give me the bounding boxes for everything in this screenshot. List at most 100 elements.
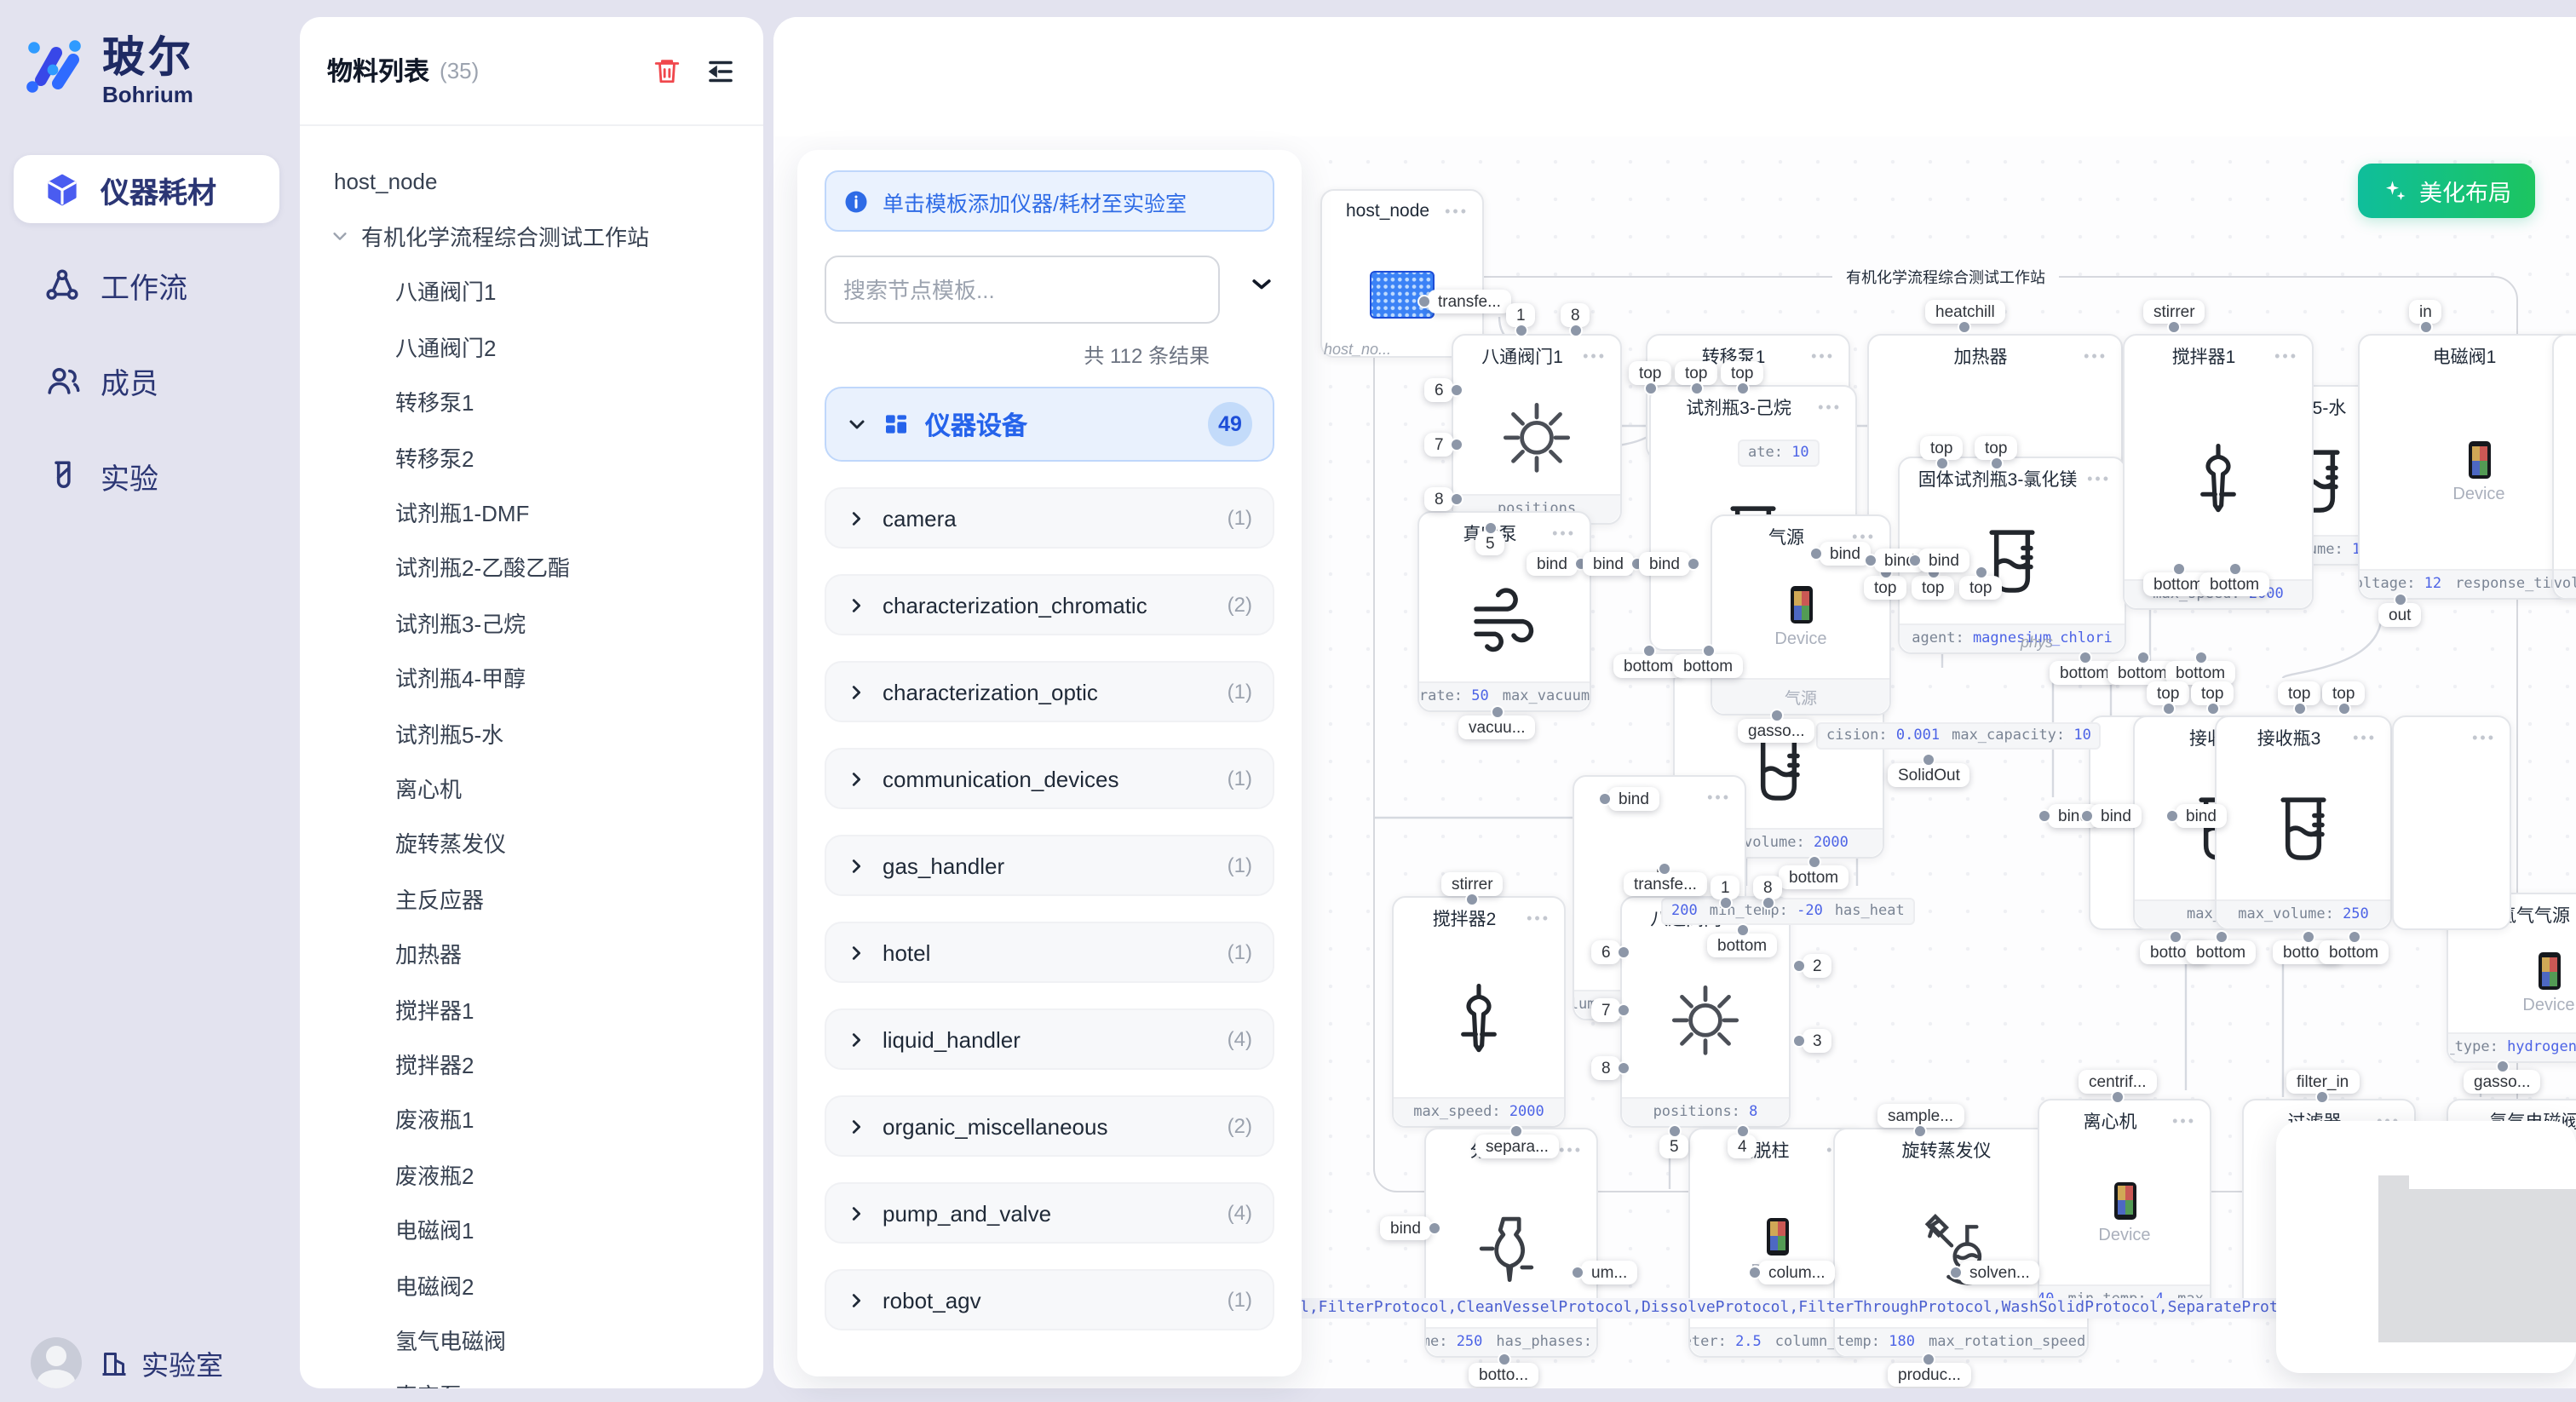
category-row-characterization_chromatic[interactable]: characterization_chromatic(2) (825, 574, 1274, 635)
minimap[interactable] (2276, 1121, 2576, 1373)
node-menu-icon[interactable]: ••• (1552, 525, 1576, 542)
port-chip-7[interactable]: 7 (1591, 998, 1621, 1022)
port-chip-transfe[interactable]: transfe... (1624, 872, 1707, 896)
port-chip-in[interactable]: in (2409, 300, 2442, 324)
port-chip-top[interactable]: top (1864, 576, 1906, 600)
tree-item[interactable]: 真空泵 (300, 1367, 763, 1388)
node-menu-icon[interactable]: ••• (2172, 1112, 2196, 1129)
port-chip-colum[interactable]: colum... (1758, 1261, 1836, 1284)
node-menu-icon[interactable]: ••• (1707, 789, 1731, 806)
port-chip-bottom[interactable]: bottom (1707, 934, 1777, 957)
port-chip-8[interactable]: 8 (1561, 303, 1590, 327)
tree-item[interactable]: 八通阀门1 (300, 264, 763, 319)
node-电磁阀1[interactable]: 电磁阀1•••Devicevoltage: 12response_time: 0… (2358, 334, 2576, 600)
trash-icon[interactable] (653, 56, 681, 85)
port-chip-6[interactable]: 6 (1591, 940, 1621, 964)
node-menu-icon[interactable]: ••• (1527, 910, 1550, 927)
port-chip-top[interactable]: top (1629, 361, 1671, 385)
port-chip-bottom[interactable]: bottom (1673, 654, 1743, 678)
tree-item[interactable]: 废液瓶2 (300, 1146, 763, 1202)
tree-item[interactable]: 废液瓶1 (300, 1091, 763, 1146)
port-chip-bind[interactable]: bind (1820, 542, 1871, 566)
node-card[interactable]: •••voltage: 12 (2552, 334, 2576, 600)
port-chip-bind[interactable]: bind (1608, 787, 1659, 811)
port-chip-transfe[interactable]: transfe... (1428, 290, 1511, 313)
tree-group-workstation[interactable]: 有机化学流程综合测试工作站 (300, 209, 763, 264)
port-chip-centrif[interactable]: centrif... (2079, 1070, 2157, 1094)
tree-item[interactable]: 试剂瓶3-己烷 (300, 595, 763, 650)
port-chip-gasso[interactable]: gasso... (2464, 1070, 2541, 1094)
port-chip-top[interactable]: top (1912, 576, 1954, 600)
tree-item[interactable]: 离心机 (300, 761, 763, 816)
port-chip-8[interactable]: 8 (1753, 876, 1783, 899)
port-chip-bind[interactable]: bind (1527, 552, 1578, 576)
node-八通阀门1[interactable]: 八通阀门1•••positions (1452, 334, 1622, 525)
tree-item[interactable]: 试剂瓶4-甲醇 (300, 650, 763, 705)
indent-collapse-icon[interactable] (705, 55, 736, 86)
port-chip-SolidOut[interactable]: SolidOut (1888, 763, 1970, 787)
port-chip-1[interactable]: 1 (1711, 876, 1740, 899)
tree-item[interactable]: 旋转蒸发仪 (300, 815, 763, 871)
port-chip-2[interactable]: 2 (1803, 954, 1832, 978)
port-chip-8[interactable]: 8 (1424, 487, 1454, 511)
tree-item[interactable]: 试剂瓶1-DMF (300, 485, 763, 540)
port-chip-top[interactable]: top (1975, 436, 2017, 460)
node-八通阀门2[interactable]: 八通阀门2•••positions: 8 (1620, 896, 1791, 1128)
tree-item[interactable]: 试剂瓶2-乙酸乙酯 (300, 539, 763, 595)
sidebar-item-workflow[interactable]: 工作流 (14, 250, 279, 319)
port-chip-bind[interactable]: bind (1918, 549, 1969, 572)
brand-logo[interactable]: 玻尔 Bohrium (0, 0, 293, 107)
sidebar-item-instruments[interactable]: 仪器耗材 (14, 155, 279, 223)
port-chip-vacuu[interactable]: vacuu... (1458, 715, 1536, 739)
tree-item[interactable]: 转移泵2 (300, 429, 763, 485)
category-row-gas_handler[interactable]: gas_handler(1) (825, 835, 1274, 896)
port-chip-top[interactable]: top (2191, 681, 2234, 705)
category-row-robot_agv[interactable]: robot_agv(1) (825, 1269, 1274, 1330)
node-host_node[interactable]: host_node••• (1320, 189, 1484, 358)
port-chip-5[interactable]: 5 (1659, 1135, 1689, 1158)
port-chip-top[interactable]: top (2322, 681, 2365, 705)
node-接收瓶3[interactable]: 接收瓶3•••max_volume: 250 (2215, 715, 2392, 930)
port-chip-top[interactable]: top (1675, 361, 1717, 385)
port-chip-bind[interactable]: bind (1380, 1216, 1431, 1240)
tree-item[interactable]: 八通阀门2 (300, 319, 763, 374)
sidebar-item-lab[interactable]: 实验室 (99, 1342, 223, 1383)
port-chip-solven[interactable]: solven... (1959, 1261, 2040, 1284)
port-chip-bind[interactable]: bind (1583, 552, 1634, 576)
node-分液器[interactable]: 分液器•••volume: 250has_phases: true (1424, 1128, 1598, 1358)
search-input[interactable] (825, 256, 1220, 324)
tree-item[interactable]: 主反应器 (300, 871, 763, 926)
node-menu-icon[interactable]: ••• (2087, 470, 2111, 487)
port-chip-1[interactable]: 1 (1506, 303, 1536, 327)
port-chip-produc[interactable]: produc... (1888, 1363, 1971, 1387)
port-chip-gasso[interactable]: gasso... (1738, 719, 1815, 743)
tree-item[interactable]: 搅拌器1 (300, 981, 763, 1037)
tree-item-host-node[interactable]: host_node (300, 153, 763, 209)
port-chip-bind[interactable]: bind (1639, 552, 1690, 576)
tree-item[interactable]: 加热器 (300, 926, 763, 981)
port-chip-heatchill[interactable]: heatchill (1925, 300, 2005, 324)
node-menu-icon[interactable]: ••• (2084, 348, 2107, 365)
tree-item[interactable]: 氢气电磁阀 (300, 1312, 763, 1367)
tree-item[interactable]: 电磁阀2 (300, 1257, 763, 1313)
port-chip-bottom[interactable]: bottom (2199, 572, 2269, 596)
node-menu-icon[interactable]: ••• (2472, 729, 2496, 746)
port-chip-stirrer[interactable]: stirrer (1441, 872, 1504, 896)
port-chip-bottom[interactable]: bottom (2186, 940, 2256, 964)
port-chip-out[interactable]: out (2378, 603, 2421, 627)
node-menu-icon[interactable]: ••• (1811, 348, 1835, 365)
port-chip-top[interactable]: top (1721, 361, 1763, 385)
node-menu-icon[interactable]: ••• (2274, 348, 2298, 365)
tree-item[interactable]: 转移泵1 (300, 374, 763, 429)
avatar[interactable] (31, 1337, 82, 1388)
port-chip-bind[interactable]: bind (2090, 804, 2142, 828)
node-menu-icon[interactable]: ••• (2353, 729, 2377, 746)
port-chip-4[interactable]: 4 (1728, 1135, 1757, 1158)
port-chip-bind[interactable]: bind (2176, 804, 2227, 828)
node-menu-icon[interactable]: ••• (1583, 348, 1607, 365)
node-搅拌器1[interactable]: 搅拌器1•••max_speed: 2000 (2123, 334, 2314, 610)
category-row-liquid_handler[interactable]: liquid_handler(4) (825, 1008, 1274, 1070)
category-row-organic_miscellaneous[interactable]: organic_miscellaneous(2) (825, 1095, 1274, 1157)
port-chip-stirrer[interactable]: stirrer (2143, 300, 2205, 324)
node-离心机[interactable]: 离心机•••Devicep: 40min_temp: 4max_spe (2038, 1099, 2211, 1315)
